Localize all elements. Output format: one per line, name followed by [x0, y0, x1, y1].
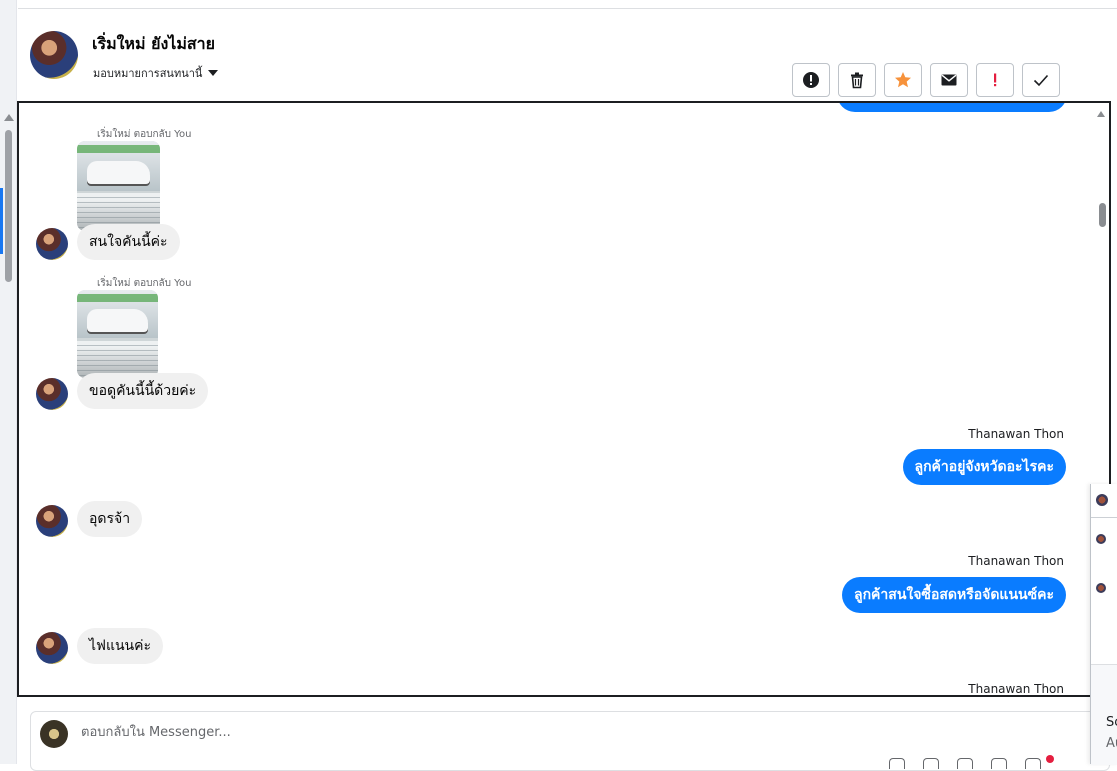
- side-panel-text: Sc: [1106, 715, 1117, 730]
- delete-button[interactable]: [838, 63, 876, 97]
- star-button[interactable]: [884, 63, 922, 97]
- thread-scroll-up-icon[interactable]: [1097, 111, 1105, 117]
- outgoing-message[interactable]: ลูกค้าอยู่จังหวัดอะไรคะ: [902, 449, 1066, 485]
- incoming-message[interactable]: ขอดูคันนี้นี้ด้วยค่ะ: [77, 373, 209, 409]
- contact-avatar-small[interactable]: [36, 505, 68, 537]
- check-icon: [1033, 74, 1049, 87]
- message-thread[interactable]: เริ่มใหม่ ตอบกลับ You สนใจคันนี้ค่ะ เริ่…: [17, 101, 1111, 697]
- incoming-message[interactable]: ไฟแนนค่ะ: [77, 628, 164, 664]
- report-icon: [803, 72, 819, 88]
- incoming-message[interactable]: อุดรจ้า: [77, 501, 143, 537]
- reply-composer: [30, 711, 1110, 771]
- mini-avatar: [1096, 583, 1106, 593]
- notification-dot: [1046, 755, 1054, 763]
- assign-label: มอบหมายการสนทนานี้: [93, 67, 203, 80]
- sender-name: Thanawan Thon: [968, 427, 1064, 441]
- side-panel-footer: Sc Au: [1091, 664, 1117, 765]
- mail-icon: [941, 74, 957, 86]
- contact-avatar-small[interactable]: [36, 632, 68, 664]
- message-bubble-cut-off[interactable]: [837, 103, 1067, 112]
- spam-button[interactable]: [976, 63, 1014, 97]
- side-panel-text: Au: [1106, 736, 1117, 751]
- thread-scrollbar-thumb[interactable]: [1099, 203, 1106, 227]
- incoming-message[interactable]: สนใจคันนี้ค่ะ: [77, 224, 180, 260]
- sender-name: Thanawan Thon: [968, 682, 1064, 696]
- trash-icon: [851, 72, 863, 89]
- page-avatar: [40, 720, 68, 748]
- star-icon: [895, 72, 911, 88]
- mark-unread-button[interactable]: [930, 63, 968, 97]
- contact-avatar[interactable]: [30, 31, 78, 79]
- scroll-up-arrow-icon[interactable]: [4, 114, 14, 121]
- reply-note: เริ่มใหม่ ตอบกลับ You: [97, 278, 192, 289]
- side-panel-header: [1091, 484, 1117, 518]
- caret-down-icon: [208, 70, 219, 76]
- outgoing-message[interactable]: ลูกค้าสนใจซื้อสดหรือจัดแนนซ์คะ: [842, 577, 1066, 613]
- contact-avatar-small[interactable]: [36, 228, 68, 260]
- conversation-header: เริ่มใหม่ ยังไม่สาย มอบหมายการสนทนานี้: [30, 26, 1090, 97]
- reply-input[interactable]: [79, 724, 783, 741]
- contact-name[interactable]: เริ่มใหม่ ยังไม่สาย: [92, 32, 215, 57]
- car-photo-attachment[interactable]: [77, 290, 158, 378]
- top-divider: [18, 0, 1117, 9]
- mini-avatar: [1096, 494, 1108, 506]
- left-scrollbar[interactable]: [0, 0, 17, 764]
- reply-note: เริ่มใหม่ ตอบกลับ You: [97, 129, 192, 140]
- sender-name: Thanawan Thon: [968, 554, 1064, 568]
- mini-avatar: [1096, 534, 1106, 544]
- exclamation-icon: [994, 73, 997, 87]
- active-indicator: [0, 188, 3, 254]
- assign-conversation-dropdown[interactable]: มอบหมายการสนทนานี้: [93, 64, 219, 82]
- report-button[interactable]: [792, 63, 830, 97]
- side-panel[interactable]: Sc Au: [1090, 484, 1117, 765]
- car-photo-attachment[interactable]: [77, 141, 160, 231]
- contact-avatar-small[interactable]: [36, 378, 68, 410]
- scrollbar-thumb[interactable]: [5, 130, 12, 282]
- mark-done-button[interactable]: [1022, 63, 1060, 97]
- conversation-toolbar: [792, 63, 1060, 97]
